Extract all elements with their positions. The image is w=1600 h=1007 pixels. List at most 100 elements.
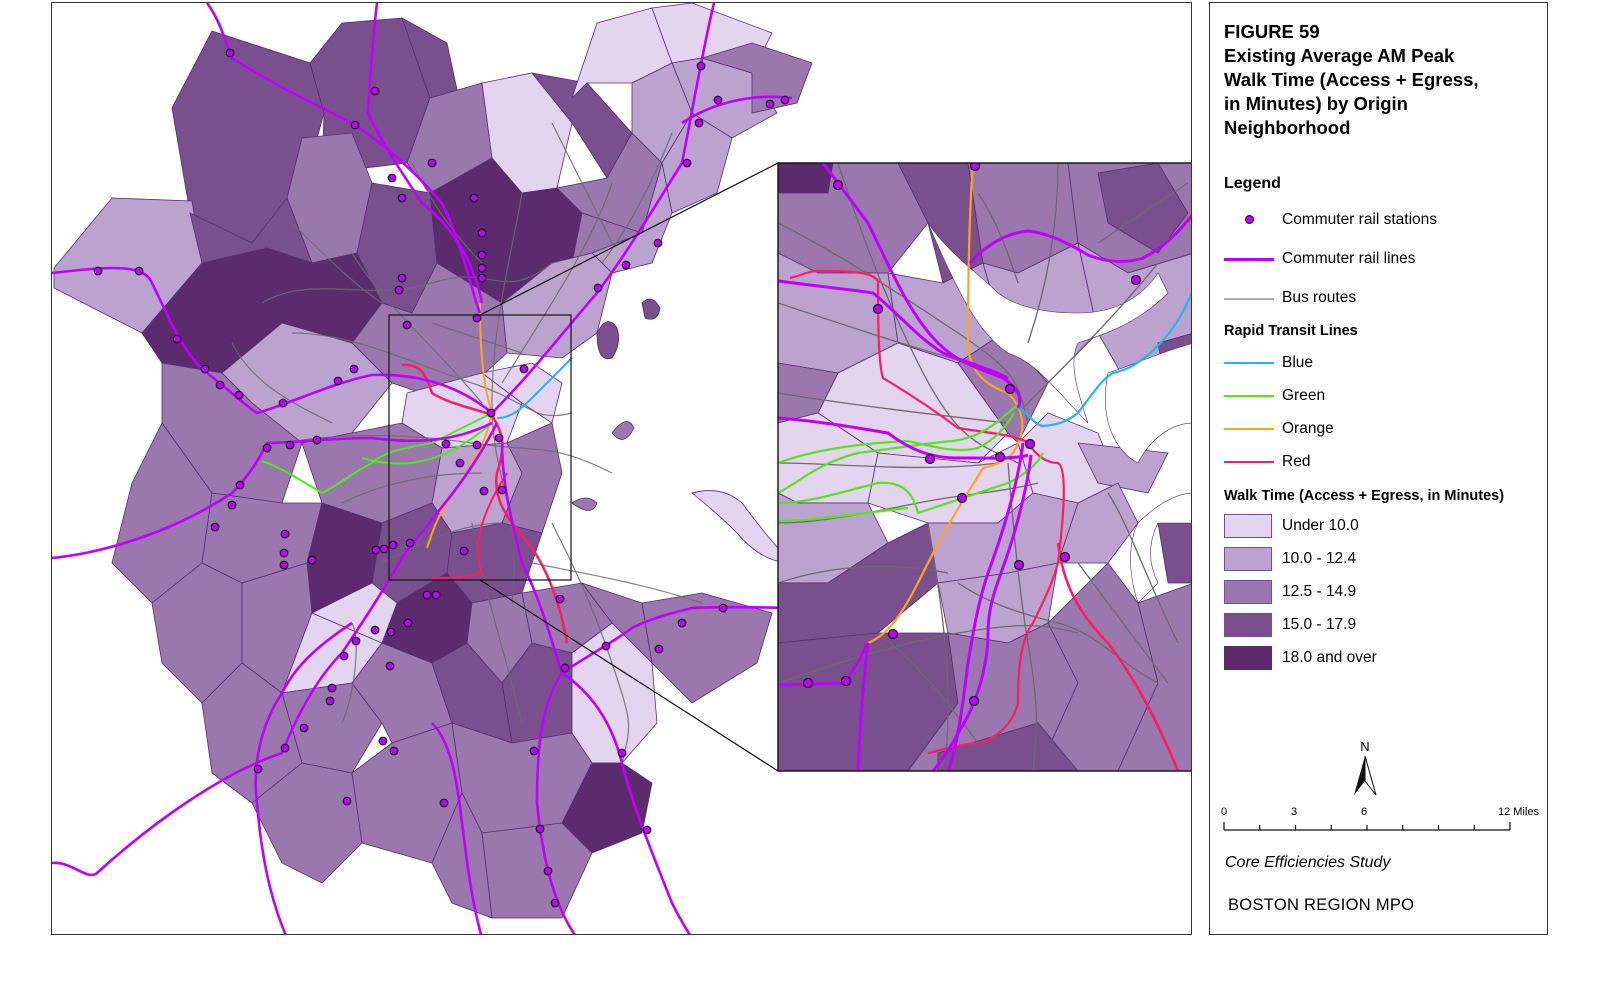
station[interactable] (385, 661, 395, 671)
station[interactable] (327, 683, 337, 693)
station[interactable] (394, 285, 404, 295)
station[interactable] (535, 824, 545, 834)
inset-station[interactable] (1004, 383, 1016, 395)
station[interactable] (441, 439, 451, 449)
station[interactable] (172, 334, 182, 344)
station[interactable] (280, 529, 290, 539)
station[interactable] (134, 266, 144, 276)
station[interactable] (593, 283, 603, 293)
station[interactable] (370, 625, 380, 635)
station[interactable] (299, 723, 309, 733)
station[interactable] (210, 522, 220, 532)
station[interactable] (227, 500, 237, 510)
inset-station[interactable] (840, 675, 852, 687)
station[interactable] (93, 266, 103, 276)
station[interactable] (279, 560, 289, 570)
station[interactable] (342, 796, 352, 806)
station[interactable] (477, 228, 487, 238)
station[interactable] (397, 193, 407, 203)
station[interactable] (439, 798, 449, 808)
station[interactable] (486, 408, 496, 418)
station[interactable] (543, 866, 553, 876)
station[interactable] (215, 380, 225, 390)
station[interactable] (397, 273, 407, 283)
station[interactable] (235, 480, 245, 490)
station[interactable] (469, 193, 479, 203)
station[interactable] (349, 364, 359, 374)
inset-station[interactable] (872, 303, 884, 315)
station[interactable] (713, 95, 723, 105)
station[interactable] (477, 263, 487, 273)
station[interactable] (455, 458, 465, 468)
station[interactable] (403, 618, 413, 628)
station[interactable] (234, 390, 244, 400)
station[interactable] (617, 748, 627, 758)
station[interactable] (422, 590, 432, 600)
station[interactable] (765, 99, 775, 109)
station[interactable] (312, 435, 322, 445)
station[interactable] (550, 898, 560, 908)
station[interactable] (497, 485, 507, 495)
station[interactable] (388, 540, 398, 550)
station[interactable] (459, 546, 469, 556)
station[interactable] (280, 743, 290, 753)
neighborhood[interactable] (481, 822, 593, 919)
station[interactable] (333, 376, 343, 386)
station[interactable] (601, 641, 611, 651)
station[interactable] (472, 440, 482, 450)
station[interactable] (278, 398, 288, 408)
inset-station[interactable] (994, 451, 1006, 463)
station[interactable] (405, 538, 415, 548)
station[interactable] (262, 443, 272, 453)
station[interactable] (477, 273, 487, 283)
station[interactable] (477, 250, 487, 260)
station[interactable] (285, 440, 295, 450)
inset-station[interactable] (1130, 274, 1142, 286)
inset-station[interactable] (1059, 551, 1071, 563)
station[interactable] (427, 158, 437, 168)
station[interactable] (696, 61, 706, 71)
inset-station[interactable] (956, 492, 968, 504)
station[interactable] (386, 627, 396, 637)
station[interactable] (370, 86, 380, 96)
inset-station[interactable] (832, 179, 844, 191)
station[interactable] (718, 603, 728, 613)
station[interactable] (378, 736, 388, 746)
station[interactable] (529, 746, 539, 756)
station[interactable] (389, 746, 399, 756)
inset-station[interactable] (887, 628, 899, 640)
station[interactable] (379, 544, 389, 554)
station[interactable] (307, 555, 317, 565)
station[interactable] (200, 364, 210, 374)
inset-station[interactable] (802, 677, 814, 689)
station[interactable] (253, 764, 263, 774)
station[interactable] (350, 120, 360, 130)
inset-station[interactable] (1013, 559, 1025, 571)
station[interactable] (279, 548, 289, 558)
station[interactable] (780, 95, 790, 105)
station[interactable] (653, 238, 663, 248)
station[interactable] (654, 644, 664, 654)
station[interactable] (325, 696, 335, 706)
inset-station[interactable] (968, 695, 980, 707)
station[interactable] (642, 825, 652, 835)
study-credit: Core Efficiencies Study (1225, 854, 1391, 871)
station[interactable] (225, 48, 235, 58)
station[interactable] (339, 651, 349, 661)
station[interactable] (519, 364, 529, 374)
station[interactable] (555, 594, 565, 604)
station[interactable] (402, 320, 412, 330)
inset-station[interactable] (1024, 438, 1036, 450)
station[interactable] (351, 636, 361, 646)
station[interactable] (387, 173, 397, 183)
station[interactable] (621, 260, 631, 270)
station[interactable] (494, 433, 504, 443)
station[interactable] (431, 590, 441, 600)
station[interactable] (677, 618, 687, 628)
station[interactable] (479, 486, 489, 496)
inset-station[interactable] (924, 453, 936, 465)
station[interactable] (694, 118, 704, 128)
station[interactable] (682, 158, 692, 168)
station[interactable] (560, 663, 570, 673)
station[interactable] (371, 545, 381, 555)
